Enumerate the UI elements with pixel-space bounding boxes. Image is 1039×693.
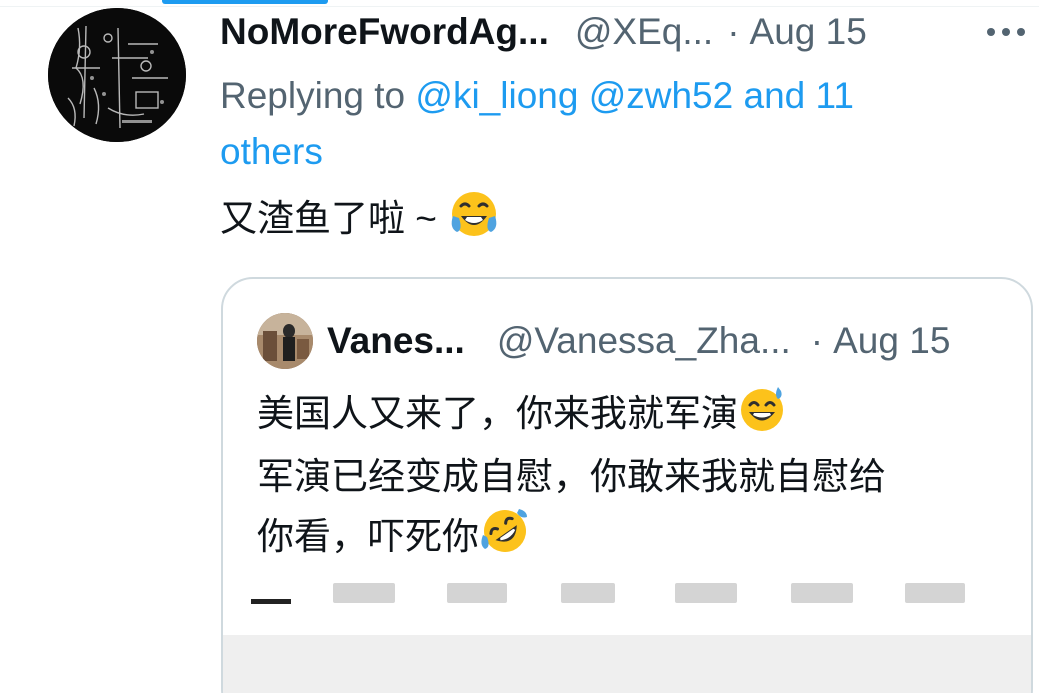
replying-to: Replying to @ki_liong @zwh52 and 11 othe… xyxy=(220,68,940,180)
media-nav-item xyxy=(447,583,507,603)
quoted-avatar-image xyxy=(257,313,313,369)
avatar[interactable] xyxy=(48,8,186,142)
quoted-handle[interactable]: @Vanessa_Zha... xyxy=(497,320,791,361)
tweet-header: NoMoreFwordAg... @XEq... · Aug 15 xyxy=(220,8,1020,56)
user-handle[interactable]: @XEq... xyxy=(575,11,713,52)
rofl-icon xyxy=(479,505,531,573)
quoted-tweet-card[interactable]: Vanes... @Vanessa_Zha... · Aug 15 美国人又来了，你来… xyxy=(221,277,1033,693)
tweet-body: 又渣鱼了啦 ~ xyxy=(220,186,501,256)
replying-to-label: Replying to xyxy=(220,75,406,116)
quoted-separator-dot: · xyxy=(810,320,824,361)
more-options-icon[interactable] xyxy=(985,22,1029,42)
media-nav-item xyxy=(905,583,965,603)
quoted-line-text: 美国人又来了，你来我就军演 xyxy=(257,392,738,434)
tweet-text: 又渣鱼了啦 ~ xyxy=(220,197,437,239)
embedded-media-nav xyxy=(223,579,1031,639)
avatar-image xyxy=(48,8,186,142)
tweet-date[interactable]: Aug 15 xyxy=(750,11,867,52)
media-nav-item xyxy=(333,583,395,603)
quoted-display-name[interactable]: Vanes... xyxy=(327,320,465,361)
quoted-date[interactable]: Aug 15 xyxy=(833,320,950,361)
quoted-line-text: 你看，吓死你 xyxy=(257,515,479,557)
quoted-header: Vanes... @Vanessa_Zha... · Aug 15 xyxy=(327,317,950,365)
quoted-text: 美国人又来了，你来我就军演 军演已经变成自慰，你敢来我就自慰给 你看，吓死你 xyxy=(257,383,997,573)
media-nav-item xyxy=(675,583,737,603)
quoted-line: 你看，吓死你 xyxy=(257,505,997,573)
grinning-sweat-icon xyxy=(738,383,788,449)
media-nav-indicator xyxy=(251,599,291,604)
quoted-line-text: 军演已经变成自慰，你敢来我就自慰给 xyxy=(257,456,886,497)
top-divider xyxy=(0,0,1039,7)
media-nav-item xyxy=(561,583,615,603)
quoted-avatar[interactable] xyxy=(257,313,313,369)
quoted-line: 军演已经变成自慰，你敢来我就自慰给 xyxy=(257,449,997,505)
tears-of-joy-icon xyxy=(447,186,501,256)
separator-dot: · xyxy=(727,11,740,52)
display-name[interactable]: NoMoreFwordAg... xyxy=(220,11,549,52)
quoted-line: 美国人又来了，你来我就军演 xyxy=(257,383,997,449)
embedded-media-area[interactable] xyxy=(223,635,1031,693)
active-tab-indicator xyxy=(162,0,328,4)
media-nav-item xyxy=(791,583,853,603)
